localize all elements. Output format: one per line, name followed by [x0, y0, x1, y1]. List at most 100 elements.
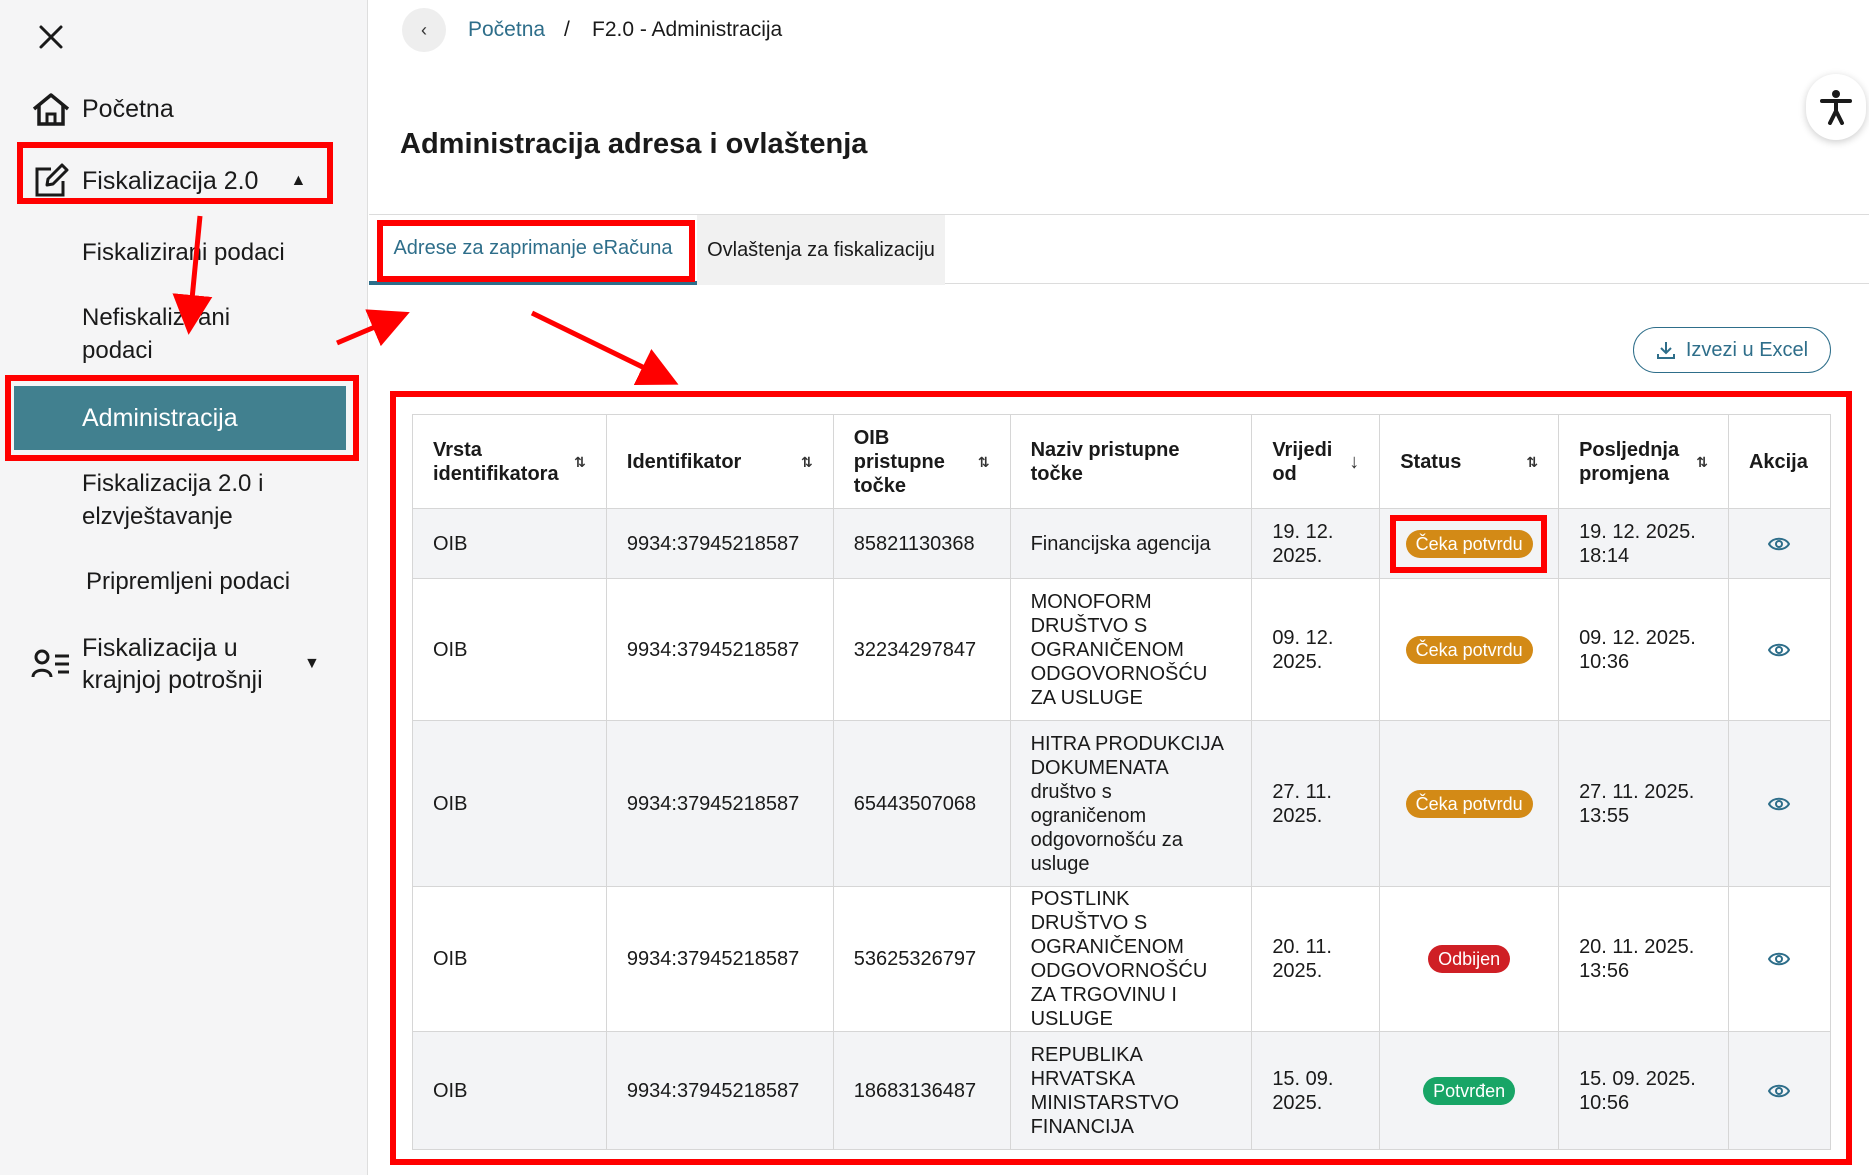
- cell-vrijedi: 20. 11. 2025.: [1251, 886, 1381, 1032]
- eye-icon: [1768, 952, 1791, 966]
- cell-akcija: [1727, 508, 1832, 579]
- header-naziv: Naziv pristupne točke: [1009, 414, 1253, 509]
- cell-naziv: HITRA PRODUKCIJA DOKUMENATA društvo s og…: [1009, 720, 1253, 887]
- users-list-icon: [30, 643, 72, 685]
- tabs: Adrese za zaprimanje eRačuna Ovlaštenja …: [369, 214, 1869, 285]
- cell-promjena: 27. 11. 2025. 13:55: [1558, 720, 1729, 887]
- cell-status: Čeka potvrdu: [1379, 508, 1560, 579]
- sidebar-item-fiskalizirani[interactable]: Fiskalizirani podaci: [82, 236, 285, 269]
- table-row: OIB 9934:37945218587 32234297847 MONOFOR…: [412, 578, 1832, 721]
- cell-oib: 65443507068: [832, 720, 1011, 887]
- view-button[interactable]: [1749, 643, 1810, 657]
- sort-icon[interactable]: ⇅: [1526, 450, 1538, 474]
- sidebar-item-pripremljeni[interactable]: Pripremljeni podaci: [86, 565, 290, 598]
- view-button[interactable]: [1749, 537, 1810, 551]
- cell-promjena: 15. 09. 2025. 10:56: [1558, 1031, 1729, 1150]
- export-excel-button[interactable]: Izvezi u Excel: [1633, 327, 1831, 373]
- tab-adrese[interactable]: Adrese za zaprimanje eRačuna: [369, 215, 697, 285]
- cell-naziv: MONOFORM DRUŠTVO S OGRANIČENOM ODGOVORNO…: [1009, 578, 1253, 721]
- header-vrijedi[interactable]: Vrijedi od ↓: [1251, 414, 1381, 509]
- cell-vrsta: OIB: [412, 886, 607, 1032]
- table-header-row: Vrsta identifikatora ⇅ Identifikator ⇅ OIB…: [412, 414, 1832, 509]
- home-icon: [30, 88, 72, 130]
- cell-naziv: REPUBLIKA HRVATSKA MINISTARSTVO FINANCIJ…: [1009, 1031, 1253, 1150]
- edit-icon: [30, 160, 72, 202]
- nav-home-label: Početna: [82, 94, 174, 123]
- cell-vrijedi: 19. 12. 2025.: [1251, 508, 1381, 579]
- sort-icon[interactable]: ⇅: [574, 450, 586, 474]
- table-row: OIB 9934:37945218587 53625326797 POSTLIN…: [412, 886, 1832, 1032]
- cell-status: Potvrđen: [1379, 1031, 1560, 1150]
- export-excel-label: Izvezi u Excel: [1685, 338, 1809, 361]
- cell-akcija: [1727, 886, 1832, 1032]
- breadcrumb-home-link[interactable]: Početna: [468, 18, 545, 42]
- header-oib[interactable]: OIB pristupne točke ⇅: [832, 414, 1011, 509]
- status-badge: Čeka potvrdu: [1405, 529, 1533, 558]
- accessibility-button[interactable]: [1806, 74, 1866, 140]
- cell-identifikator: 9934:37945218587: [605, 578, 834, 721]
- view-button[interactable]: [1749, 797, 1810, 811]
- cell-status: Odbijen: [1379, 886, 1560, 1032]
- header-vrsta[interactable]: Vrsta identifikatora ⇅: [412, 414, 607, 509]
- header-status[interactable]: Status ⇅: [1379, 414, 1560, 509]
- nav-krajnja-potrosnja-label: Fiskalizacija u krajnjoj potrošnji: [82, 634, 263, 694]
- eye-icon: [1768, 1084, 1791, 1097]
- page-title: Administracija adresa i ovlaštenja: [400, 128, 868, 160]
- view-button[interactable]: [1749, 952, 1810, 966]
- arrow-to-table: [530, 310, 679, 385]
- sort-icon[interactable]: ⇅: [978, 450, 990, 474]
- header-promjena[interactable]: Posljednja promjena ⇅: [1558, 414, 1729, 509]
- cell-vrijedi: 15. 09. 2025.: [1251, 1031, 1381, 1150]
- cell-oib: 18683136487: [832, 1031, 1011, 1150]
- cell-identifikator: 9934:37945218587: [605, 886, 834, 1032]
- download-icon: [1656, 342, 1675, 359]
- cell-promjena: 19. 12. 2025. 18:14: [1558, 508, 1729, 579]
- eye-icon: [1768, 797, 1791, 810]
- cell-naziv: POSTLINK DRUŠTVO S OGRANIČENOM ODGOVORNO…: [1009, 886, 1253, 1032]
- cell-akcija: [1727, 1031, 1832, 1150]
- sidebar-item-elzvjestavanje[interactable]: Fiskalizacija 2.0 i elzvještavanje: [82, 467, 312, 533]
- arrow-down-icon[interactable]: ↓: [1349, 450, 1359, 474]
- cell-vrijedi: 27. 11. 2025.: [1251, 720, 1381, 887]
- close-menu-button[interactable]: [34, 20, 68, 54]
- nav-home[interactable]: Početna: [30, 88, 174, 130]
- sort-icon[interactable]: ⇅: [1696, 450, 1708, 474]
- nav-krajnja-potrosnja[interactable]: Fiskalizacija u krajnjoj potrošnji ▼: [30, 632, 320, 696]
- cell-vrsta: OIB: [412, 720, 607, 887]
- sidebar-item-administracija[interactable]: Administracija: [14, 386, 346, 450]
- nav-fiskalizacija[interactable]: Fiskalizacija 2.0 ▲: [30, 160, 306, 202]
- accessibility-icon: [1820, 90, 1852, 125]
- caret-down-icon: ▼: [304, 655, 320, 672]
- cell-vrijedi: 09. 12. 2025.: [1251, 578, 1381, 721]
- view-button[interactable]: [1749, 1084, 1810, 1098]
- table-row: OIB 9934:37945218587 65443507068 HITRA P…: [412, 720, 1832, 887]
- status-badge: Odbijen: [1428, 945, 1511, 973]
- status-badge: Čeka potvrdu: [1405, 789, 1533, 818]
- header-identifikator[interactable]: Identifikator ⇅: [605, 414, 834, 509]
- cell-promjena: 20. 11. 2025. 13:56: [1558, 886, 1729, 1032]
- cell-vrsta: OIB: [412, 578, 607, 721]
- table-row: OIB 9934:37945218587 18683136487 REPUBLI…: [412, 1031, 1832, 1150]
- table-row: OIB 9934:37945218587 85821130368 Financi…: [412, 508, 1832, 579]
- eye-icon: [1768, 643, 1791, 656]
- cell-status: Čeka potvrdu: [1379, 720, 1560, 887]
- sort-icon[interactable]: ⇅: [801, 450, 813, 474]
- back-button[interactable]: ‹: [402, 8, 446, 52]
- sidebar-item-nefiskalizirani[interactable]: Nefiskalizirani podaci: [82, 301, 282, 367]
- cell-vrsta: OIB: [412, 1031, 607, 1150]
- tab-ovlastenja[interactable]: Ovlaštenja za fiskalizaciju: [697, 215, 945, 285]
- nav-fiskalizacija-label: Fiskalizacija 2.0: [82, 166, 259, 195]
- cell-vrsta: OIB: [412, 508, 607, 579]
- cell-akcija: [1727, 578, 1832, 721]
- cell-akcija: [1727, 720, 1832, 887]
- status-badge: Potvrđen: [1423, 1076, 1516, 1105]
- header-akcija: Akcija: [1727, 414, 1832, 509]
- sidebar: Početna Fiskalizacija 2.0 ▲ Fiskaliziran…: [0, 0, 368, 1175]
- caret-up-icon: ▲: [290, 172, 307, 189]
- cell-identifikator: 9934:37945218587: [605, 1031, 834, 1150]
- breadcrumb-current: F2.0 - Administracija: [592, 18, 783, 41]
- eye-icon: [1768, 537, 1791, 550]
- addresses-table: Vrsta identifikatora ⇅ Identifikator ⇅ OIB…: [412, 414, 1832, 1150]
- cell-status: Čeka potvrdu: [1379, 578, 1560, 721]
- cell-promjena: 09. 12. 2025. 10:36: [1558, 578, 1729, 721]
